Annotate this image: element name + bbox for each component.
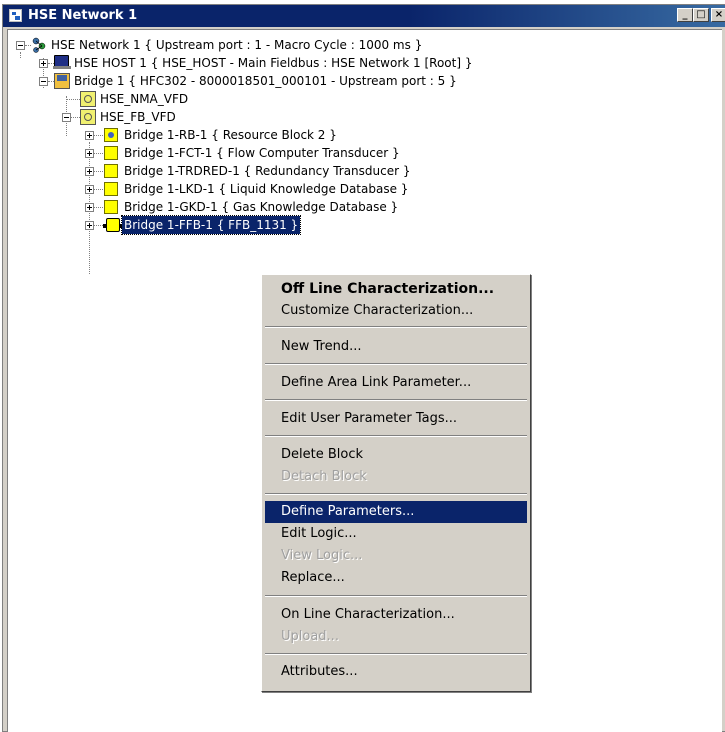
tree-label-fb-vfd: HSE_FB_VFD [100,110,176,124]
tree-node-block-rb[interactable]: Bridge 1-RB-1 { Resource Block 2 } [8,126,708,144]
expand-icon[interactable] [85,203,94,212]
computer-icon [53,55,71,69]
function-block-icon [104,200,118,214]
menu-separator [265,363,527,365]
tree-node-block-fct[interactable]: Bridge 1-FCT-1 { Flow Computer Transduce… [8,144,708,162]
menu-separator [265,493,527,495]
flexible-function-block-icon [103,218,123,232]
expand-icon[interactable] [39,59,48,68]
function-block-icon [104,182,118,196]
menu-item-on-line-characterization[interactable]: On Line Characterization... [265,604,527,626]
menu-item-define-parameters[interactable]: Define Parameters... [265,501,527,523]
tree-node-fb-vfd[interactable]: HSE_FB_VFD [8,108,708,126]
tree-node-block-gkd[interactable]: Bridge 1-GKD-1 { Gas Knowledge Database … [8,198,708,216]
tree-node-block-trdred[interactable]: Bridge 1-TRDRED-1 { Redundancy Transduce… [8,162,708,180]
tree-label-root: HSE Network 1 { Upstream port : 1 - Macr… [51,38,423,52]
title-bar[interactable]: HSE Network 1 _ □ × [3,5,725,27]
menu-separator [265,326,527,328]
tree-node-root[interactable]: HSE Network 1 { Upstream port : 1 - Macr… [8,36,708,54]
menu-separator [265,653,527,655]
tree-node-bridge[interactable]: Bridge 1 { HFC302 - 8000018501_000101 - … [8,72,708,90]
collapse-icon[interactable] [16,41,25,50]
collapse-icon[interactable] [39,77,48,86]
menu-separator [265,435,527,437]
vfd-icon [80,91,96,107]
expand-icon[interactable] [85,167,94,176]
menu-item-delete-block[interactable]: Delete Block [265,444,527,466]
menu-item-off-line-characterization[interactable]: Off Line Characterization... [265,278,527,300]
menu-item-replace[interactable]: Replace... [265,567,527,589]
menu-item-detach-block[interactable]: Detach Block [265,466,527,488]
tree-label-host: HSE HOST 1 { HSE_HOST - Main Fieldbus : … [74,56,473,70]
function-block-icon [104,146,118,160]
minimize-button[interactable]: _ [677,8,693,22]
tree-node-nma-vfd[interactable]: HSE_NMA_VFD [8,90,708,108]
menu-separator [265,399,527,401]
tree-label-block: Bridge 1-FCT-1 { Flow Computer Transduce… [124,146,400,160]
tree-label-block: Bridge 1-RB-1 { Resource Block 2 } [124,128,337,142]
expand-icon[interactable] [85,131,94,140]
context-menu: Off Line Characterization... Customize C… [261,274,531,692]
tree-label-block: Bridge 1-GKD-1 { Gas Knowledge Database … [124,200,399,214]
expand-icon[interactable] [85,221,94,230]
menu-item-attributes[interactable]: Attributes... [265,661,527,683]
menu-item-define-area-link-parameter[interactable]: Define Area Link Parameter... [265,372,527,394]
expand-icon[interactable] [85,149,94,158]
vfd-icon [80,109,96,125]
menu-item-upload[interactable]: Upload... [265,626,527,648]
bridge-device-icon [54,73,70,89]
menu-item-edit-logic[interactable]: Edit Logic... [265,523,527,545]
menu-item-new-trend[interactable]: New Trend... [265,336,527,358]
window-app-icon [9,9,22,22]
tree-label-bridge: Bridge 1 { HFC302 - 8000018501_000101 - … [74,74,457,88]
function-block-icon [104,164,118,178]
close-button[interactable]: × [711,8,725,22]
menu-item-edit-user-parameter-tags[interactable]: Edit User Parameter Tags... [265,408,527,430]
tree-label-nma-vfd: HSE_NMA_VFD [100,92,189,106]
tree-label-block: Bridge 1-LKD-1 { Liquid Knowledge Databa… [124,182,409,196]
window-title: HSE Network 1 [28,8,138,23]
tree-node-block-lkd[interactable]: Bridge 1-LKD-1 { Liquid Knowledge Databa… [8,180,708,198]
tree-node-host[interactable]: HSE HOST 1 { HSE_HOST - Main Fieldbus : … [8,54,708,72]
collapse-icon[interactable] [62,113,71,122]
maximize-button[interactable]: □ [693,8,709,22]
tree-node-block-ffb[interactable]: Bridge 1-FFB-1 { FFB_1131 } [8,215,708,235]
menu-item-view-logic[interactable]: View Logic... [265,545,527,567]
tree-label-block: Bridge 1-TRDRED-1 { Redundancy Transduce… [124,164,411,178]
tree-label-block-selected: Bridge 1-FFB-1 { FFB_1131 } [120,215,302,235]
expand-icon[interactable] [85,185,94,194]
network-icon [32,37,46,53]
resource-block-icon [104,128,118,142]
menu-separator [265,595,527,597]
menu-item-customize-characterization[interactable]: Customize Characterization... [265,300,527,322]
